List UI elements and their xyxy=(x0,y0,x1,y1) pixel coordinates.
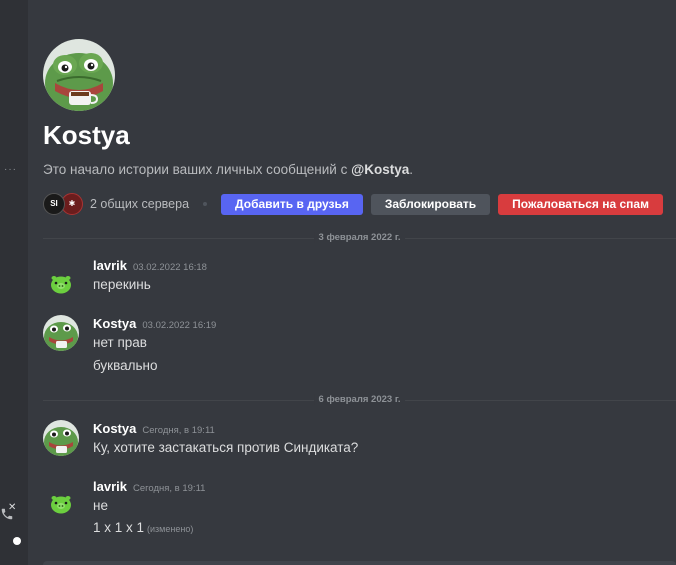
date-divider-label: 3 февраля 2022 г. xyxy=(313,232,406,243)
message-text: не xyxy=(93,498,108,513)
profile-avatar[interactable] xyxy=(43,39,115,111)
author-name[interactable]: Kostya xyxy=(93,421,136,436)
close-icon[interactable]: ✕ xyxy=(8,502,16,513)
intro-prefix: Это начало истории ваших личных сообщени… xyxy=(43,162,352,177)
intro-suffix: . xyxy=(409,162,414,177)
message-text: Ку, хотите застакаться против Синдиката? xyxy=(93,440,359,455)
dm-chat-area: Kostya Это начало истории ваших личных с… xyxy=(28,0,676,565)
message-input-edge[interactable] xyxy=(43,561,676,565)
message-text: буквально xyxy=(93,358,158,373)
block-button[interactable]: Заблокировать xyxy=(370,193,491,215)
message-author[interactable]: lavrik 03.02.2022 16:18 xyxy=(93,258,207,273)
call-icon[interactable]: ✕ xyxy=(0,502,22,523)
server-icon-label: ✱ xyxy=(68,199,76,208)
message-author[interactable]: Kostya Сегодня, в 19:11 xyxy=(93,421,215,436)
pepe-avatar-image xyxy=(43,420,79,456)
message-text: нет прав xyxy=(93,335,147,350)
status-dot xyxy=(13,537,21,545)
edited-label: (изменено) xyxy=(147,524,194,534)
pepe-avatar-image xyxy=(43,39,115,111)
pepe-avatar-image xyxy=(43,315,79,351)
message-timestamp: Сегодня, в 19:11 xyxy=(132,483,206,494)
date-divider: 6 февраля 2023 г. xyxy=(43,394,676,405)
author-name[interactable]: lavrik xyxy=(93,479,127,494)
message-timestamp: 03.02.2022 16:18 xyxy=(132,262,207,273)
message-timestamp: 03.02.2022 16:19 xyxy=(142,320,217,331)
profile-actions: SI ✱ 2 общих сервера Добавить в друзья З… xyxy=(43,193,671,215)
user-avatar[interactable] xyxy=(49,492,73,516)
message-line: 1 x 1 x 1 xyxy=(93,520,145,535)
pig-avatar-image xyxy=(51,496,71,514)
server-icon-label: SI xyxy=(50,199,58,208)
message-text: 1 x 1 x 1 (изменено) xyxy=(93,520,193,535)
author-name[interactable]: Kostya xyxy=(93,316,136,331)
left-sidebar-edge: ··· ✕ xyxy=(0,0,28,565)
more-dots-icon[interactable]: ··· xyxy=(4,164,17,175)
author-name[interactable]: lavrik xyxy=(93,258,127,273)
user-avatar[interactable] xyxy=(43,315,79,351)
date-divider: 3 февраля 2022 г. xyxy=(43,232,676,243)
user-avatar[interactable] xyxy=(49,272,73,296)
message-author[interactable]: lavrik Сегодня, в 19:11 xyxy=(93,479,205,494)
user-avatar[interactable] xyxy=(43,420,79,456)
user-mention[interactable]: @Kostya xyxy=(351,162,409,177)
dm-intro-text: Это начало истории ваших личных сообщени… xyxy=(43,162,413,177)
mutual-server-icon[interactable]: SI xyxy=(43,193,65,215)
message-timestamp: Сегодня, в 19:11 xyxy=(142,425,215,436)
mutual-servers-link[interactable]: 2 общих сервера xyxy=(90,197,189,211)
date-divider-label: 6 февраля 2023 г. xyxy=(313,394,406,405)
separator-dot xyxy=(203,202,208,206)
message-text: перекинь xyxy=(93,277,151,292)
message-author[interactable]: Kostya 03.02.2022 16:19 xyxy=(93,316,216,331)
pig-avatar-image xyxy=(51,276,71,294)
add-friend-button[interactable]: Добавить в друзья xyxy=(221,193,363,215)
dm-username-title: Kostya xyxy=(43,120,130,150)
report-spam-button[interactable]: Пожаловаться на спам xyxy=(498,193,663,215)
